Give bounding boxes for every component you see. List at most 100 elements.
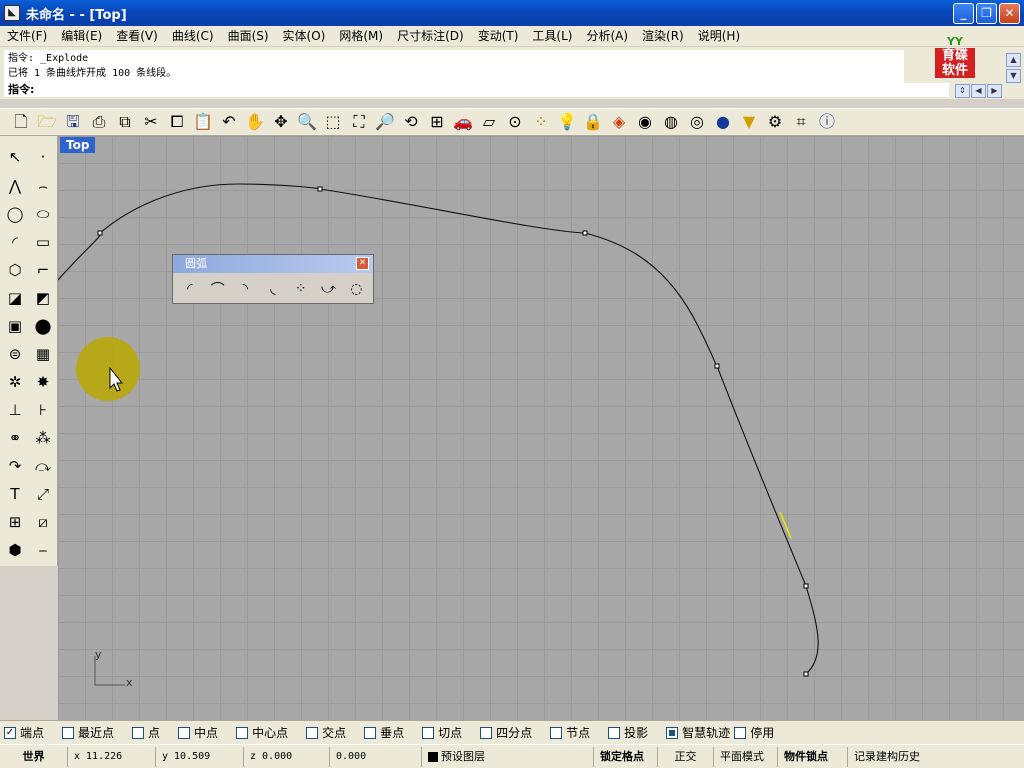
minimize-button[interactable]: _ (953, 3, 974, 24)
four-viewports-icon[interactable]: ⊞ (424, 110, 450, 134)
car-icon[interactable]: 🚗 (450, 110, 476, 134)
curve-icon[interactable]: ⌢ (30, 173, 56, 199)
menu-tools[interactable]: 工具(L) (525, 27, 579, 45)
wireframe-sphere-icon[interactable]: ◍ (658, 110, 684, 134)
light-bulb-icon[interactable]: 💡 (554, 110, 580, 134)
top-viewport[interactable]: Top y x (58, 136, 1024, 720)
arc-toolbar-panel[interactable]: 圆弧 ✕ ◜ ⌒ ◝ ◟ ⁘ ⤻ ◌ (172, 254, 374, 304)
status-osnap[interactable]: 物件锁点 (778, 746, 848, 767)
status-layer[interactable]: 预设图层 (422, 746, 594, 767)
arc-fillet-icon[interactable]: ◌ (343, 277, 369, 301)
status-ortho[interactable]: 正交 (658, 746, 714, 767)
arc-start-end-icon[interactable]: ◝ (232, 277, 258, 301)
arc-tangent-icon[interactable]: ◟ (260, 277, 286, 301)
checkbox-icon[interactable] (364, 726, 377, 739)
menu-file[interactable]: 文件(F) (0, 27, 54, 45)
snap-center[interactable]: 中心点 (236, 724, 288, 741)
options-gear-icon[interactable]: ⚙ (762, 110, 788, 134)
checkbox-icon[interactable] (666, 726, 679, 739)
arc-points-icon[interactable]: ⁘ (288, 277, 314, 301)
status-grid-snap[interactable]: 锁定格点 (594, 746, 658, 767)
zoom-extents-icon[interactable]: ⛶ (346, 110, 372, 134)
command-next-icon[interactable]: ▶ (987, 84, 1002, 98)
new-file-icon[interactable]: 🗋 (8, 110, 34, 134)
history-scroll-up[interactable]: ▲ (1006, 53, 1021, 67)
snap-perpendicular[interactable]: 垂点 (364, 724, 404, 741)
menu-analyze[interactable]: 分析(A) (579, 27, 635, 45)
status-planar[interactable]: 平面模式 (714, 746, 778, 767)
arc-panel-close-button[interactable]: ✕ (356, 257, 369, 270)
snap-disable[interactable]: 停用 (734, 724, 774, 741)
save-icon[interactable]: 🖫 (60, 110, 86, 134)
zoom-icon[interactable]: 🔍 (294, 110, 320, 134)
point-icon[interactable]: · (30, 144, 56, 170)
snap-near[interactable]: 最近点 (62, 724, 114, 741)
snap-endpoint[interactable]: ✓ 端点 (4, 724, 44, 741)
snap-midpoint[interactable]: 中点 (178, 724, 218, 741)
polygon-icon[interactable]: ⬡ (2, 257, 28, 283)
menu-dimension[interactable]: 尺寸标注(D) (390, 27, 471, 45)
render-icon[interactable]: ▼ (736, 110, 762, 134)
polyline-icon[interactable]: ⋀ (2, 173, 28, 199)
grid-plane-icon[interactable]: ▱ (476, 110, 502, 134)
snap-point[interactable]: 点 (132, 724, 160, 741)
solid-edit-icon[interactable]: ⬢ (2, 537, 28, 563)
transform-gear-icon[interactable]: ✲ (2, 369, 28, 395)
menu-transform[interactable]: 变动(T) (471, 27, 526, 45)
fillet-curve-icon[interactable]: ⌐ (30, 257, 56, 283)
explode-icon[interactable]: ✸ (30, 369, 56, 395)
checkbox-icon[interactable]: ✓ (4, 726, 16, 739)
zoom-selected-icon[interactable]: 🔎 (372, 110, 398, 134)
checkbox-icon[interactable] (608, 726, 621, 739)
ellipse-icon[interactable]: ⬭ (30, 201, 56, 227)
arc-icon[interactable]: ◜ (2, 229, 28, 255)
menu-edit[interactable]: 编辑(E) (54, 27, 109, 45)
pan-hand-icon[interactable]: ✋ (242, 110, 268, 134)
shaded-sphere-icon[interactable]: ◎ (684, 110, 710, 134)
arc-panel-title[interactable]: 圆弧 ✕ (173, 255, 373, 273)
arc-center-icon[interactable]: ◜ (177, 277, 203, 301)
menu-mesh[interactable]: 网格(M) (332, 27, 390, 45)
checkbox-icon[interactable] (422, 726, 435, 739)
checkbox-icon[interactable] (480, 726, 493, 739)
edit-points-icon[interactable]: ↷ (2, 453, 28, 479)
undo-view-icon[interactable]: ⟲ (398, 110, 424, 134)
scale-icon[interactable]: ⧄ (30, 509, 56, 535)
copy-icon[interactable]: ⧠ (164, 110, 190, 134)
checkbox-icon[interactable] (236, 726, 249, 739)
dimension-icon[interactable]: ⎯ (30, 537, 56, 563)
menu-curve[interactable]: 曲线(C) (165, 27, 221, 45)
menu-solid[interactable]: 实体(O) (276, 27, 333, 45)
cplane-icon[interactable]: ⊙ (502, 110, 528, 134)
snap-tangent[interactable]: 切点 (422, 724, 462, 741)
history-scroll-down[interactable]: ▼ (1006, 69, 1021, 83)
zoom-window-icon[interactable]: ⬚ (320, 110, 346, 134)
cut-icon[interactable]: ✂ (138, 110, 164, 134)
mesh-plane-icon[interactable]: ▦ (30, 341, 56, 367)
arc-extend-icon[interactable]: ⤻ (316, 277, 342, 301)
menu-view[interactable]: 查看(V) (109, 27, 165, 45)
lock-icon[interactable]: 🔒 (580, 110, 606, 134)
menu-render[interactable]: 渲染(R) (635, 27, 691, 45)
checkbox-icon[interactable] (132, 726, 145, 739)
checkbox-icon[interactable] (734, 726, 747, 739)
snap-intersection[interactable]: 交点 (306, 724, 346, 741)
status-world[interactable]: 世界 (0, 746, 68, 767)
command-input[interactable]: 指令: (4, 83, 949, 97)
array-icon[interactable]: ⊞ (2, 509, 28, 535)
extrude-surface-icon[interactable]: ◩ (30, 285, 56, 311)
snap-quadrant[interactable]: 四分点 (480, 724, 532, 741)
snap-knot[interactable]: 节点 (550, 724, 590, 741)
select-arrow-icon[interactable]: ↖ (2, 144, 28, 170)
status-history[interactable]: 记录建构历史 (848, 747, 944, 767)
close-button[interactable]: ✕ (999, 3, 1020, 24)
arc-3point-icon[interactable]: ⌒ (205, 277, 231, 301)
surface-corner-icon[interactable]: ◪ (2, 285, 28, 311)
trim-icon[interactable]: ⊥ (2, 397, 28, 423)
point-edit-icon[interactable]: ⁘ (528, 110, 554, 134)
boolean-icon[interactable]: ⚭ (2, 425, 28, 451)
box-icon[interactable]: ▣ (2, 313, 28, 339)
checkbox-icon[interactable] (306, 726, 319, 739)
rotate-view-icon[interactable]: ✥ (268, 110, 294, 134)
layers-icon[interactable]: ◈ (606, 110, 632, 134)
